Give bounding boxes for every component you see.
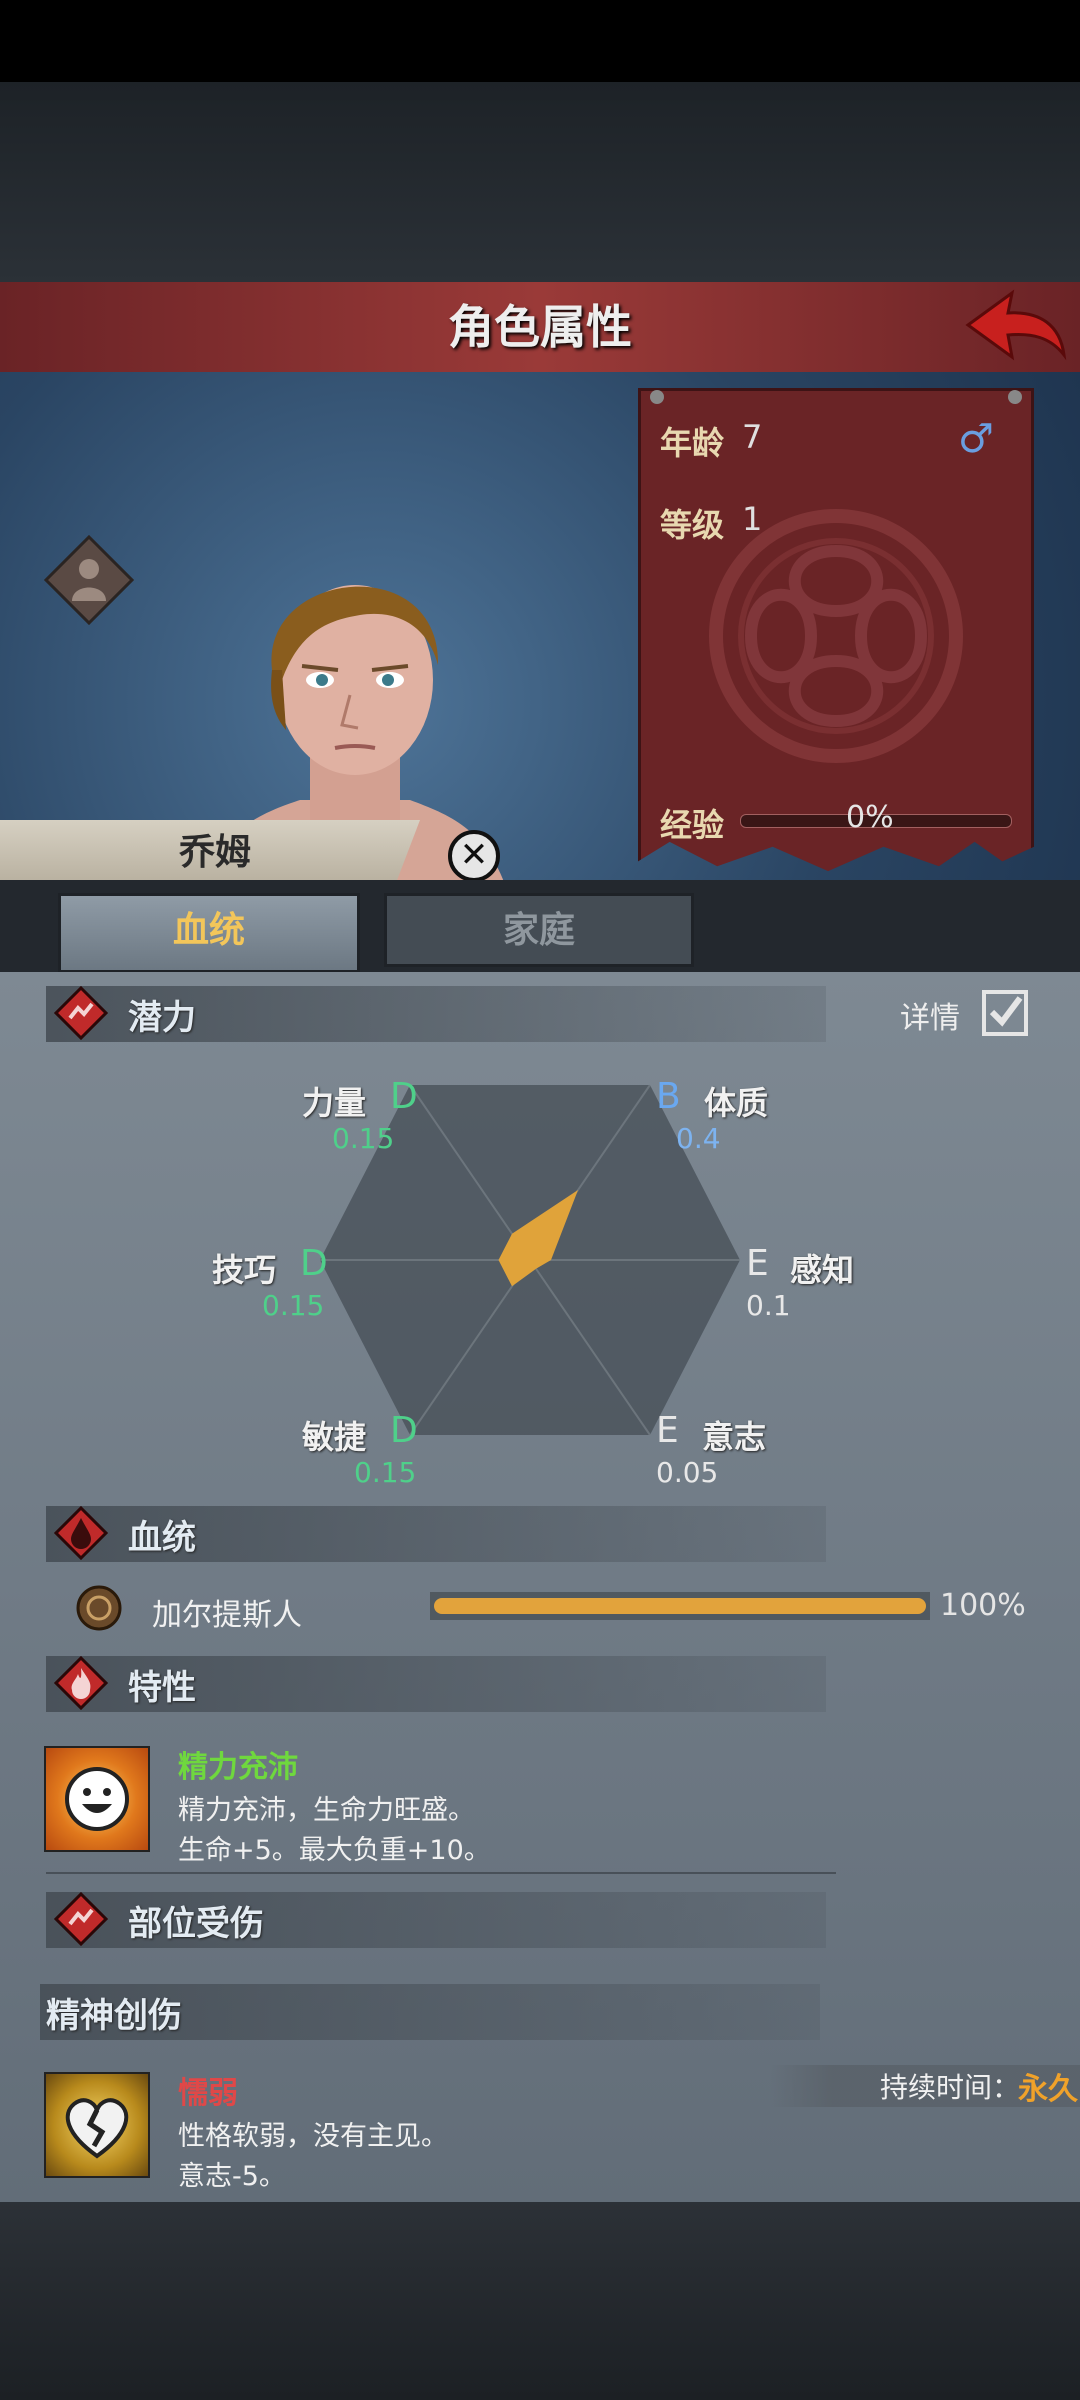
detail-checkbox[interactable]	[982, 990, 1028, 1036]
tab-label: 家庭	[502, 910, 575, 951]
section-title-mental-trauma: 精神创伤	[46, 1996, 182, 2036]
injury-icon	[54, 1892, 108, 1946]
detail-label: 详情	[900, 1001, 960, 1036]
stat-name-agility: 敏捷	[302, 1418, 367, 1456]
section-title-traits: 特性	[128, 1668, 196, 1708]
stat-grade-will: E	[656, 1410, 679, 1451]
tab-bloodline[interactable]: 血统	[58, 893, 360, 973]
galtis-emblem-icon	[76, 1585, 122, 1631]
bloodline-percent: 100%	[940, 1588, 1026, 1623]
xp-percent: 0%	[846, 800, 894, 835]
trait-name: 精力充沛	[178, 1750, 298, 1785]
age-value: 7	[742, 418, 763, 456]
celtic-knot-emblem	[709, 509, 963, 763]
status-bar	[0, 0, 1080, 82]
character-class-icon[interactable]	[43, 534, 135, 626]
tab-label: 血统	[172, 910, 245, 951]
trait-desc-line2: 生命+5。最大负重+10。	[178, 1835, 491, 1866]
divider	[46, 1872, 836, 1874]
section-title-potential: 潜力	[128, 998, 196, 1038]
stat-value-will: 0.05	[656, 1456, 719, 1489]
checkmark-icon	[989, 996, 1023, 1027]
bloodline-bar-fill	[434, 1598, 926, 1614]
section-title-bloodline: 血统	[128, 1518, 196, 1558]
age-label: 年龄	[660, 424, 725, 462]
tab-family[interactable]: 家庭	[384, 893, 694, 967]
level-label: 等级	[660, 506, 725, 544]
close-icon[interactable]: ✕	[448, 830, 500, 882]
bloodline-name: 加尔提斯人	[152, 1598, 302, 1633]
back-arrow-icon	[965, 289, 1067, 361]
page-title: 角色属性	[448, 300, 632, 354]
card-rivet	[650, 390, 664, 404]
card-rivet	[1008, 390, 1022, 404]
stat-value-agility: 0.15	[354, 1456, 417, 1489]
background-top	[0, 82, 1080, 282]
stat-name-constitution: 体质	[704, 1084, 769, 1122]
back-button[interactable]	[960, 285, 1070, 367]
stat-name-will: 意志	[702, 1418, 767, 1456]
trait-desc-line1: 精力充沛，生命力旺盛。	[178, 1795, 475, 1826]
broken-heart-icon[interactable]	[44, 2072, 150, 2178]
stat-value-perception: 0.1	[746, 1289, 791, 1322]
stat-value-skill: 0.15	[262, 1289, 325, 1322]
stat-name-perception: 感知	[790, 1251, 855, 1289]
energetic-trait-icon[interactable]	[44, 1746, 150, 1852]
duration-label: 持续时间：	[880, 2071, 1021, 2104]
trauma-desc-line2: 意志-5。	[178, 2161, 286, 2192]
flame-icon	[54, 1656, 108, 1710]
stat-grade-strength: D	[390, 1076, 418, 1117]
xp-label: 经验	[660, 806, 725, 844]
stat-grade-constitution: B	[656, 1076, 681, 1117]
character-name: 乔姆	[178, 832, 251, 873]
level-value: 1	[742, 500, 763, 538]
trauma-name: 懦弱	[178, 2076, 238, 2111]
blood-drop-icon	[54, 1506, 108, 1560]
potential-icon	[54, 986, 108, 1040]
trauma-desc-line1: 性格软弱，没有主见。	[178, 2121, 448, 2152]
duration-value: 永久	[1018, 2072, 1078, 2107]
male-icon: ♂	[958, 416, 994, 462]
section-title-injuries: 部位受伤	[128, 1904, 264, 1944]
stat-value-constitution: 0.4	[676, 1122, 721, 1155]
stat-name-strength: 力量	[302, 1084, 367, 1122]
stat-grade-agility: D	[390, 1410, 418, 1451]
background-bottom	[0, 2202, 1080, 2400]
stat-value-strength: 0.15	[332, 1122, 395, 1155]
stat-grade-skill: D	[300, 1243, 328, 1284]
stat-name-skill: 技巧	[212, 1251, 277, 1289]
stat-grade-perception: E	[746, 1243, 769, 1284]
